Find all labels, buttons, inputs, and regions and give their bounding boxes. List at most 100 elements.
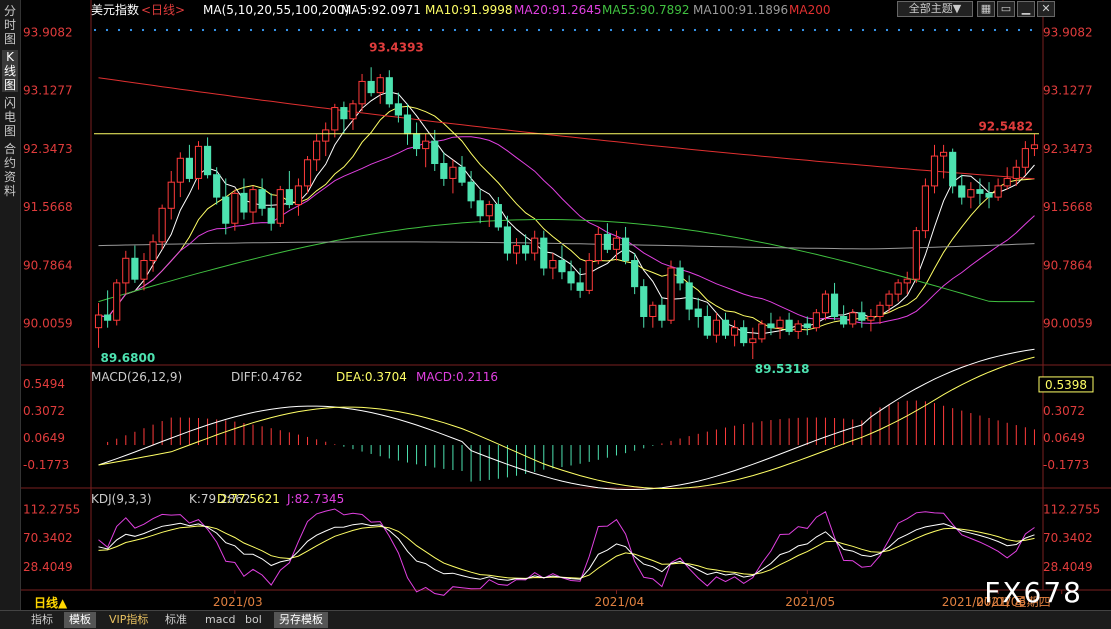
candle[interactable] — [921, 185, 930, 232]
candle[interactable] — [903, 278, 911, 284]
candle[interactable] — [858, 312, 866, 321]
candle[interactable] — [194, 145, 203, 179]
candle[interactable] — [276, 189, 284, 224]
toolbar-item-5[interactable]: bol — [240, 612, 267, 628]
candle[interactable] — [894, 282, 902, 295]
sidebar-item-0[interactable]: 分时图 — [2, 4, 18, 46]
candle[interactable] — [994, 185, 1002, 198]
candle[interactable] — [485, 204, 493, 217]
candle[interactable] — [885, 293, 893, 306]
candle[interactable] — [1003, 177, 1011, 187]
candle[interactable] — [358, 80, 366, 105]
toolbar-item-1[interactable]: 模板 — [64, 612, 96, 628]
candle[interactable] — [558, 260, 566, 273]
candle[interactable] — [794, 323, 802, 332]
candle[interactable] — [621, 237, 630, 262]
toolbar-item-2[interactable]: VIP指标 — [104, 612, 153, 628]
candle[interactable] — [531, 237, 539, 254]
candle[interactable] — [213, 174, 221, 198]
candle[interactable] — [785, 319, 793, 332]
candle[interactable] — [285, 189, 293, 206]
minimize-icon[interactable]: ▁ — [1017, 1, 1035, 17]
candle[interactable] — [767, 323, 775, 329]
candle[interactable] — [867, 315, 875, 321]
candle[interactable] — [603, 233, 611, 250]
sidebar-item-1[interactable]: K线图 — [2, 50, 18, 92]
candle[interactable] — [412, 133, 421, 150]
candle[interactable] — [567, 271, 575, 284]
candle[interactable] — [94, 314, 103, 329]
candle[interactable] — [403, 114, 412, 135]
candle[interactable] — [949, 151, 957, 187]
candle[interactable] — [876, 304, 884, 317]
candle[interactable] — [740, 327, 748, 344]
candle[interactable] — [985, 192, 993, 198]
candle[interactable] — [1021, 148, 1029, 168]
candle[interactable] — [249, 189, 257, 213]
close-icon[interactable]: ✕ — [1037, 1, 1055, 17]
candle[interactable] — [640, 286, 648, 317]
sidebar-item-2[interactable]: 闪电图 — [2, 96, 18, 138]
theme-dropdown[interactable]: 全部主题▼ — [897, 1, 973, 17]
candle[interactable] — [467, 181, 475, 202]
candle[interactable] — [394, 103, 402, 116]
candle[interactable] — [303, 159, 312, 187]
toolbar-item-4[interactable]: macd — [200, 612, 241, 628]
sidebar-item-3[interactable]: 合约资料 — [2, 142, 18, 198]
candle[interactable] — [322, 129, 330, 142]
candle[interactable] — [522, 245, 530, 254]
candle[interactable] — [830, 293, 839, 317]
candle[interactable] — [476, 200, 484, 217]
window-icon[interactable]: ▭ — [997, 1, 1015, 17]
candle[interactable] — [122, 257, 130, 284]
candle[interactable] — [185, 157, 193, 179]
candle[interactable] — [222, 196, 230, 224]
candle[interactable] — [349, 103, 357, 120]
candle[interactable] — [667, 267, 675, 321]
candle[interactable] — [731, 327, 739, 336]
candle[interactable] — [431, 140, 439, 165]
candle[interactable] — [840, 315, 848, 325]
candle[interactable] — [976, 189, 984, 194]
chart-area[interactable]: 93.9082 93.9082 93.1277 93.1277 92.3473 92.34… — [21, 0, 1111, 610]
candle[interactable] — [449, 166, 457, 179]
candle[interactable] — [540, 237, 548, 269]
candle[interactable] — [849, 312, 857, 325]
candle[interactable] — [649, 304, 657, 317]
candle[interactable] — [113, 282, 121, 321]
candle[interactable] — [803, 323, 811, 329]
candle[interactable] — [376, 77, 384, 94]
candle[interactable] — [512, 245, 521, 254]
candle[interactable] — [258, 189, 266, 209]
candle[interactable] — [340, 107, 348, 120]
candle[interactable] — [612, 237, 621, 250]
candle[interactable] — [1012, 166, 1020, 179]
candle[interactable] — [440, 163, 448, 179]
candle[interactable] — [776, 319, 784, 329]
candle[interactable] — [658, 304, 666, 321]
candle[interactable] — [331, 107, 339, 131]
candle[interactable] — [676, 267, 684, 284]
candle[interactable] — [958, 185, 966, 198]
candle[interactable] — [594, 233, 602, 262]
candle[interactable] — [267, 207, 275, 224]
period-selector[interactable]: 日线▲ — [34, 594, 67, 611]
candle[interactable] — [167, 181, 175, 209]
candle[interactable] — [576, 282, 584, 291]
candle[interactable] — [930, 155, 939, 187]
candle[interactable] — [104, 314, 112, 321]
candle[interactable] — [758, 323, 766, 340]
candle[interactable] — [231, 192, 239, 224]
grid-icon[interactable]: ▦ — [977, 1, 995, 17]
candle[interactable] — [940, 151, 948, 157]
candle[interactable] — [712, 319, 721, 336]
candle[interactable] — [203, 145, 212, 176]
candle[interactable] — [812, 312, 820, 329]
candle[interactable] — [158, 207, 166, 243]
candle[interactable] — [149, 241, 157, 262]
candle[interactable] — [821, 293, 830, 314]
toolbar-item-6[interactable]: 另存模板 — [274, 612, 328, 628]
candle[interactable] — [694, 308, 702, 317]
candle[interactable] — [1030, 144, 1039, 150]
candle[interactable] — [422, 140, 430, 150]
